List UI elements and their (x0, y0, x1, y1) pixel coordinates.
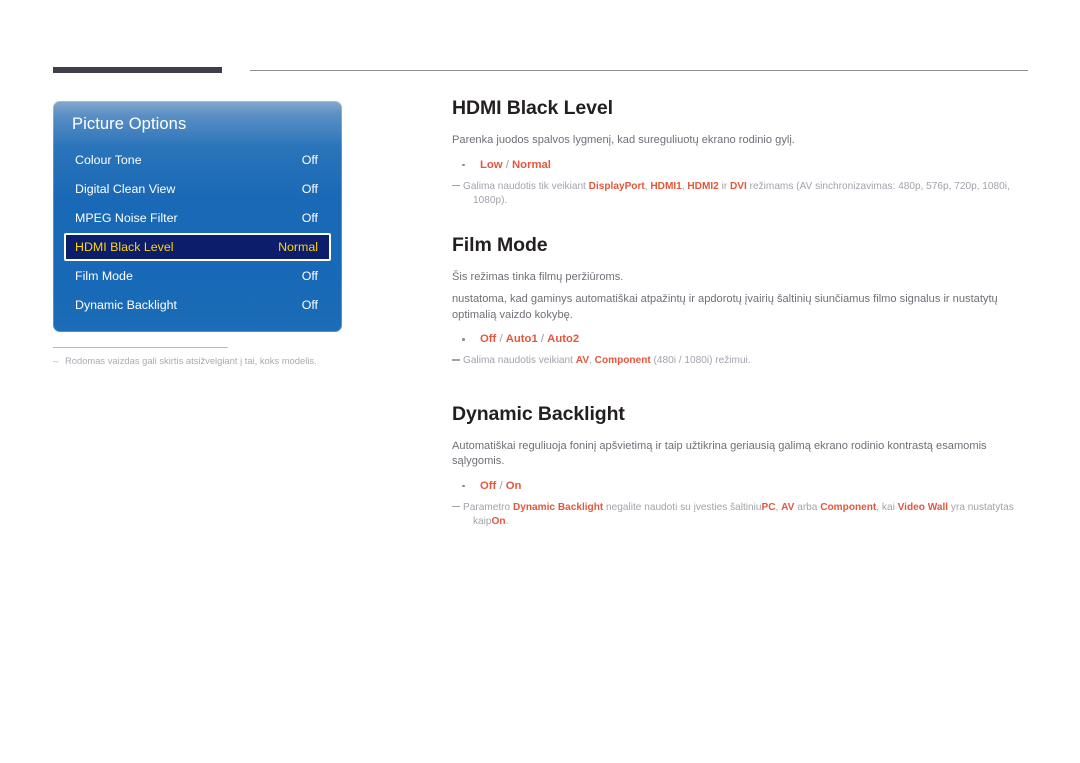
option-value: On (505, 479, 522, 492)
note-p8: . (505, 516, 509, 527)
section-note: Galima naudotis tik veikiant DisplayPort… (452, 180, 1028, 209)
note-term: Component (820, 501, 877, 513)
note-lead: Galima naudotis veikiant (463, 355, 576, 366)
option-list: Low / Normal (452, 158, 1028, 173)
option-separator: / (537, 333, 548, 345)
note-term: DisplayPort (588, 180, 645, 192)
note-p4: arba (794, 501, 821, 513)
section-film-mode: Film Mode Šis režimas tinka filmų peržiū… (452, 234, 1028, 369)
section-title: Dynamic Backlight (452, 402, 625, 425)
option-item: Off / Auto1 / Auto2 (452, 332, 1028, 347)
osd-item-value: Normal (278, 240, 318, 255)
note-lead: Galima naudotis tik veikiant (463, 180, 589, 192)
option-value: Off (480, 479, 497, 492)
option-separator: / (502, 158, 513, 171)
note-p5: , kai (876, 501, 898, 513)
note-term: AV (781, 501, 795, 513)
section-dynamic-backlight: Dynamic Backlight Automatiškai reguliuoj… (452, 403, 1028, 530)
osd-item-label: Colour Tone (75, 152, 142, 167)
option-item: Low / Normal (452, 158, 1028, 173)
section-note: Parametro Dynamic Backlight negalite nau… (452, 501, 1028, 530)
figure-note-dash: – (53, 355, 59, 366)
osd-item-value: Off (301, 211, 318, 226)
note-p1: Parametro (463, 501, 513, 513)
section-title: HDMI Black Level (452, 97, 613, 119)
note-term: Dynamic Backlight (512, 501, 604, 513)
osd-item-dynamic-backlight[interactable]: Dynamic Backlight Off (64, 291, 331, 320)
osd-item-value: Off (301, 182, 318, 197)
osd-panel-title: Picture Options (72, 115, 187, 133)
note-term: DVI (730, 180, 747, 192)
option-item: Off / On (452, 479, 1028, 494)
note-term: AV (575, 355, 590, 366)
osd-item-film-mode[interactable]: Film Mode Off (64, 261, 331, 290)
osd-item-digital-clean-view[interactable]: Digital Clean View Off (64, 174, 331, 203)
note-term: Component (594, 355, 651, 366)
option-value: Normal (512, 158, 551, 171)
section-title: Film Mode (452, 233, 548, 256)
note-p7: kaip (473, 516, 492, 527)
section-paragraph: Automatiškai reguliuoja foninį apšvietim… (452, 439, 987, 468)
note-term: HDMI1 (650, 180, 682, 192)
osd-menu-list: Colour Tone Off Digital Clean View Off M… (53, 145, 342, 320)
note-term: PC (761, 501, 776, 513)
osd-item-label: Dynamic Backlight (75, 298, 177, 313)
note-tail-2: 1080p). (473, 195, 508, 206)
osd-item-hdmi-black-level[interactable]: HDMI Black Level Normal (64, 233, 331, 262)
note-p6: yra nustatytas (948, 501, 1014, 513)
osd-item-label: MPEG Noise Filter (75, 211, 178, 226)
option-separator: / (496, 479, 506, 492)
section-paragraph: Šis režimas tinka filmų peržiūroms. (452, 270, 624, 283)
content-column: HDMI Black Level Parenka juodos spalvos … (452, 97, 1028, 530)
option-value: Auto2 (547, 333, 580, 345)
note-term: On (491, 516, 506, 527)
osd-item-mpeg-noise-filter[interactable]: MPEG Noise Filter Off (64, 204, 331, 233)
option-value: Low (480, 158, 503, 171)
note-tail: (480i / 1080i) režimui. (650, 355, 751, 366)
osd-item-label: Film Mode (75, 268, 133, 283)
osd-picture-options-panel: Picture Options Colour Tone Off Digital … (53, 101, 342, 332)
option-separator: / (496, 333, 506, 345)
note-mid: ir (718, 180, 731, 192)
header-accent-bar (53, 67, 222, 73)
option-list: Off / Auto1 / Auto2 (452, 332, 1028, 347)
figure-note-text: Rodomas vaizdas gali skirtis atsižvelgia… (65, 355, 317, 366)
osd-item-value: Off (301, 268, 318, 283)
osd-item-value: Off (301, 298, 318, 313)
osd-item-value: Off (301, 152, 318, 167)
option-value: Auto1 (505, 333, 538, 345)
section-paragraph: Parenka juodos spalvos lygmenį, kad sure… (452, 134, 795, 146)
figure-note-rule (53, 347, 228, 348)
section-hdmi-black-level: HDMI Black Level Parenka juodos spalvos … (452, 97, 1028, 209)
header-rule (250, 70, 1028, 71)
osd-item-colour-tone[interactable]: Colour Tone Off (64, 145, 331, 174)
osd-item-label: Digital Clean View (75, 182, 176, 197)
note-p2: negalite naudoti su įvesties šaltiniu (603, 501, 762, 513)
note-tail: režimams (AV sinchronizavimas: 480p, 576… (746, 180, 1010, 192)
section-paragraph: nustatoma, kad gaminys automatiškai atpa… (452, 293, 998, 321)
figure-note: – Rodomas vaizdas gali skirtis atsižvelgi… (53, 355, 383, 366)
note-term: Video Wall (897, 501, 949, 513)
option-value: Off (480, 333, 497, 345)
option-list: Off / On (452, 479, 1028, 494)
manual-page: Picture Options Colour Tone Off Digital … (0, 0, 1080, 763)
section-note: Galima naudotis veikiant AV, Component (… (452, 354, 1028, 369)
osd-item-label: HDMI Black Level (75, 240, 174, 255)
note-term: HDMI2 (687, 180, 719, 192)
